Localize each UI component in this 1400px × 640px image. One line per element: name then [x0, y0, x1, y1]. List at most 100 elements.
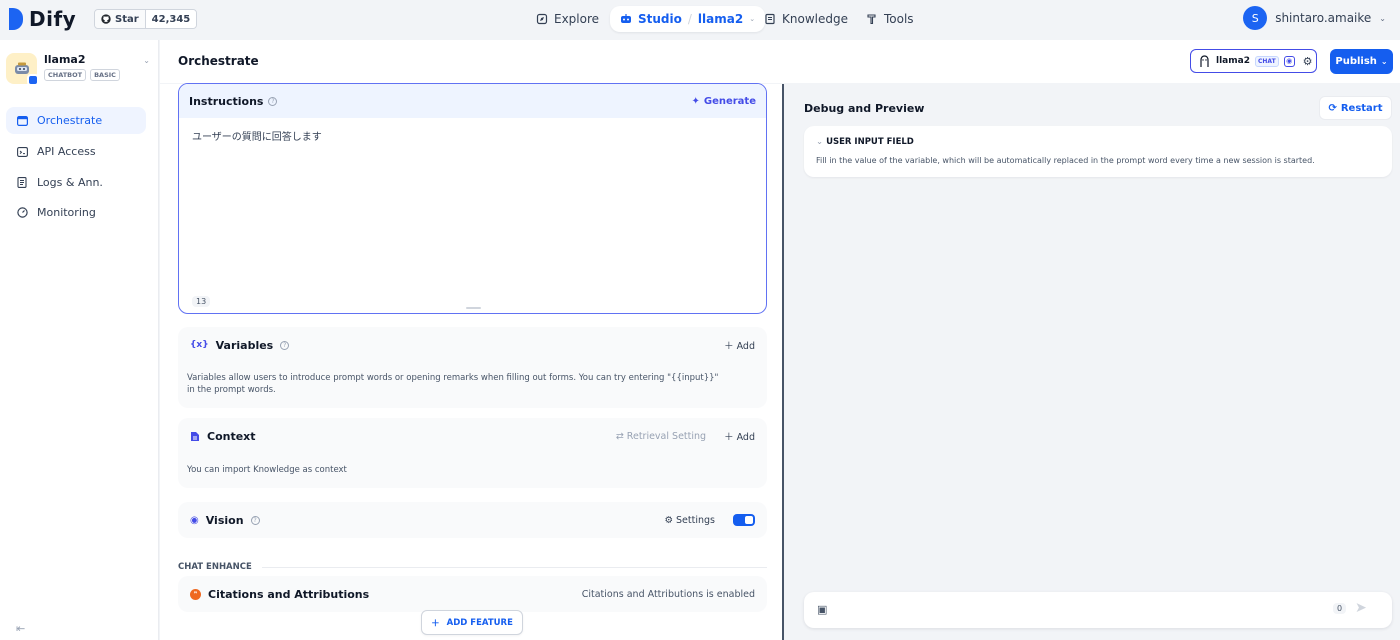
sidebar-item-monitoring[interactable]: Monitoring [6, 199, 146, 226]
sidebar-item-api-access[interactable]: API Access [6, 138, 146, 165]
chevron-down-icon: ⌄ [1379, 13, 1386, 23]
app-info[interactable]: llama2 CHATBOT BASIC ⌄ [6, 52, 152, 86]
user-input-field-description: Fill in the value of the variable, which… [816, 156, 1315, 165]
nav-studio[interactable]: Studio / llama2 ⌄ [610, 6, 766, 32]
sliders-icon[interactable]: ⚙ [1303, 55, 1313, 68]
app-tag: BASIC [90, 69, 120, 81]
user-input-field-title: USER INPUT FIELD [826, 137, 914, 147]
dashboard-icon [16, 207, 28, 218]
citations-panel: ❞ Citations and Attributions Citations a… [178, 576, 767, 612]
collapse-sidebar-icon[interactable]: ⇤ [16, 622, 25, 635]
chat-enhance-heading: CHAT ENHANCE [178, 562, 767, 572]
terminal-window-icon [16, 115, 28, 126]
brand-name: Dify [29, 7, 77, 31]
vision-panel: ◉ Vision ? ⚙ Settings [178, 502, 767, 538]
context-description: You can import Knowledge as context [187, 465, 347, 475]
retrieval-setting-button[interactable]: ⇄ Retrieval Setting [616, 431, 706, 442]
nav-knowledge[interactable]: Knowledge [754, 6, 858, 32]
eye-icon: ◉ [190, 514, 199, 526]
nav-tools[interactable]: Tools [856, 6, 924, 32]
generate-button[interactable]: ✦ Generate [691, 96, 756, 107]
user-input-field-card: ⌄ USER INPUT FIELD Fill in the value of … [804, 126, 1392, 177]
refresh-icon: ⟳ [1328, 102, 1337, 114]
add-context-button[interactable]: ＋ Add [724, 429, 755, 443]
api-icon [16, 146, 28, 157]
nav-explore[interactable]: Explore [526, 6, 609, 32]
user-menu[interactable]: S shintaro.amaike ⌄ [1243, 6, 1386, 30]
help-icon[interactable]: ? [268, 96, 278, 106]
add-variable-button[interactable]: ＋ Add [724, 338, 755, 352]
user-input-field-header[interactable]: ⌄ USER INPUT FIELD [816, 137, 914, 147]
sidebar-item-label: Logs & Ann. [37, 176, 103, 189]
plus-icon: ＋ [431, 618, 440, 629]
book-icon [765, 13, 775, 25]
sidebar-item-label: API Access [37, 145, 96, 158]
vision-capability-icon: ◉ [1283, 55, 1295, 67]
add-feature-button[interactable]: ＋ ADD FEATURE [421, 610, 523, 635]
model-name: llama2 [1216, 56, 1250, 66]
user-name: shintaro.amaike [1275, 11, 1372, 25]
input-char-count: 0 [1333, 603, 1347, 614]
llama-icon [1200, 54, 1209, 67]
variables-panel: {x} Variables ? ＋ Add Variables allow us… [178, 327, 767, 408]
github-star-label: Star [115, 13, 139, 25]
nav-knowledge-label: Knowledge [782, 12, 848, 26]
resize-handle[interactable] [466, 307, 481, 309]
app-tag: CHATBOT [44, 69, 87, 81]
nav-studio-label: Studio [638, 12, 682, 26]
publish-label: Publish [1335, 56, 1377, 67]
image-upload-icon[interactable]: ▣ [817, 603, 827, 616]
restart-button[interactable]: ⟳ Restart [1319, 96, 1392, 120]
vision-settings-button[interactable]: ⚙ Settings [664, 515, 715, 526]
instructions-editor[interactable]: ユーザーの質問に回答します [179, 118, 766, 153]
retrieval-setting-label: Retrieval Setting [626, 430, 707, 442]
citations-title: Citations and Attributions [208, 587, 370, 601]
vision-title: Vision [205, 513, 244, 527]
citations-status: Citations and Attributions is enabled [581, 588, 755, 600]
compass-icon [536, 13, 548, 25]
send-icon[interactable]: ➤ [1355, 600, 1367, 616]
sparkle-icon: ✦ [691, 95, 700, 107]
github-icon [101, 14, 111, 24]
nav-app-selector[interactable]: llama2 [698, 12, 743, 26]
add-label: Add [736, 432, 755, 443]
sidebar-item-orchestrate[interactable]: Orchestrate [6, 107, 146, 134]
chevron-down-icon: ⌄ [816, 137, 824, 147]
app-name: llama2 [44, 53, 86, 66]
help-icon[interactable]: ? [250, 515, 260, 525]
dify-logo[interactable]: Dify [9, 7, 76, 31]
add-feature-label: ADD FEATURE [446, 617, 513, 628]
app-type-badge [27, 74, 39, 86]
sidebar-item-label: Monitoring [37, 206, 96, 219]
app-icon [6, 53, 39, 86]
variable-icon: {x} [190, 340, 209, 350]
publish-button[interactable]: Publish ⌄ [1330, 49, 1393, 74]
github-star-count: 42,345 [145, 10, 197, 28]
nav-separator: / [687, 12, 692, 26]
context-title: Context [207, 429, 256, 443]
help-icon[interactable]: ? [280, 340, 290, 350]
sidebar: llama2 CHATBOT BASIC ⌄ Orchestrate API A… [0, 40, 159, 640]
main-panel: Orchestrate llama2 CHAT ◉ ⚙ Publish ⌄ In… [160, 40, 1400, 640]
generate-label: Generate [703, 95, 756, 107]
document-list-icon [16, 177, 28, 188]
restart-label: Restart [1340, 102, 1383, 114]
variables-description: Variables allow users to introduce promp… [187, 373, 719, 396]
variables-title: Variables [215, 338, 274, 352]
avatar: S [1243, 6, 1268, 30]
document-icon [191, 431, 199, 441]
context-panel: Context ⇄ Retrieval Setting ＋ Add You ca… [178, 418, 767, 488]
top-bar: Dify Star 42,345 Explore Studio / llama2… [0, 0, 1400, 40]
chevron-down-icon: ⌄ [143, 56, 150, 65]
dify-logo-mark [9, 8, 23, 30]
debug-title: Debug and Preview [804, 102, 925, 115]
vision-toggle[interactable] [733, 514, 755, 526]
sidebar-item-logs[interactable]: Logs & Ann. [6, 169, 146, 196]
sidebar-item-label: Orchestrate [37, 114, 103, 127]
github-star-button[interactable]: Star 42,345 [94, 9, 198, 29]
debug-panel: Debug and Preview ⟳ Restart ⌄ USER INPUT… [784, 84, 1400, 640]
hammer-icon [867, 14, 876, 25]
model-selector-button[interactable]: llama2 CHAT ◉ ⚙ [1190, 49, 1317, 73]
chat-input[interactable]: ▣ 0 ➤ [804, 592, 1392, 628]
citation-icon: ❞ [190, 588, 201, 600]
